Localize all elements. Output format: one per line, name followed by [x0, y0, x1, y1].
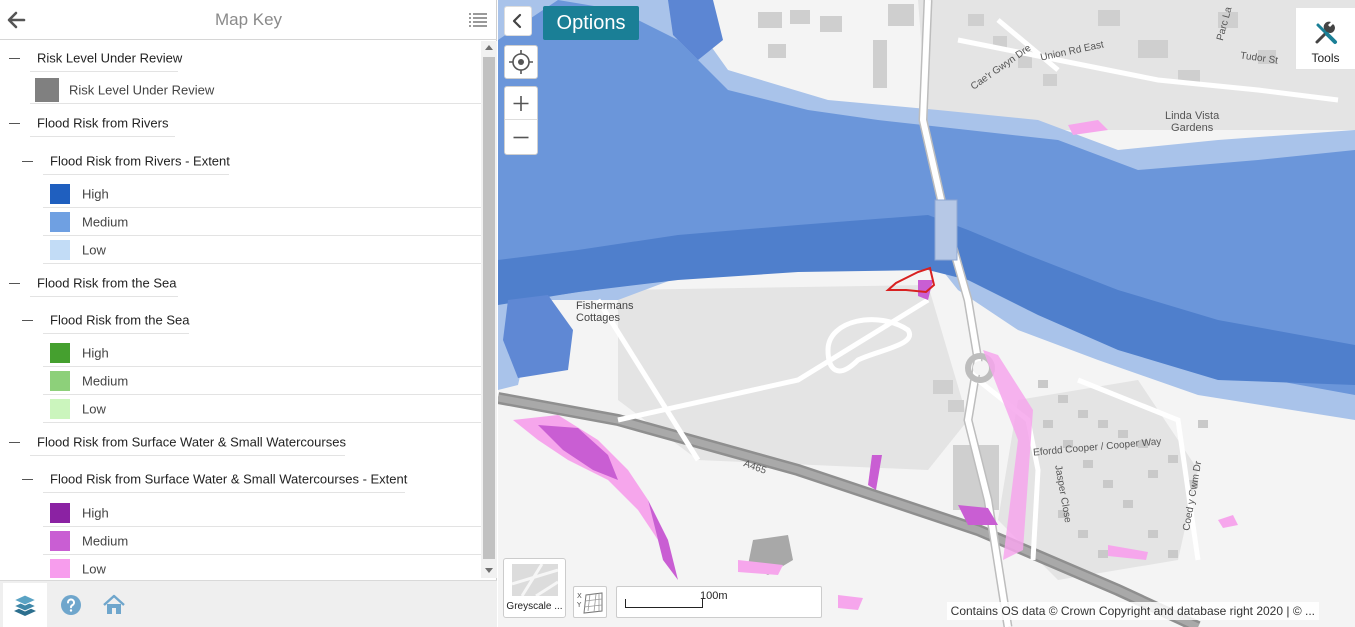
collapse-dash-icon: [9, 58, 20, 59]
tools-button[interactable]: Tools: [1295, 8, 1355, 70]
legend-swatch: [35, 78, 59, 102]
legend-item-label: Low: [82, 561, 106, 577]
collapse-dash-icon: [9, 123, 20, 124]
help-icon: [61, 595, 81, 615]
basemap-thumbnail: [511, 563, 559, 598]
legend-item-label: Low: [82, 242, 106, 258]
place-label: Fishermans Cottages: [576, 300, 634, 324]
legend-group-header[interactable]: Risk Level Under Review: [0, 44, 481, 72]
collapse-panel-button[interactable]: [504, 6, 532, 36]
home-button[interactable]: [92, 583, 136, 627]
legend-item: Medium: [0, 527, 481, 555]
svg-text:X: X: [577, 592, 582, 600]
legend-item-label: Medium: [82, 533, 129, 549]
list-icon: [469, 13, 487, 27]
legend-subgroup-title: Flood Risk from Rivers - Extent: [50, 153, 230, 169]
legend-swatch: [50, 399, 70, 419]
crosshair-icon: [509, 50, 533, 74]
legend-item: High: [0, 339, 481, 367]
panel-footer: [0, 580, 497, 627]
legend-list: Risk Level Under Review Risk Level Under…: [0, 41, 481, 578]
legend-item: Risk Level Under Review: [0, 76, 481, 104]
map-view[interactable]: Linda Vista Gardens Fishermans Cottages …: [498, 0, 1355, 627]
legend-item: Low: [0, 236, 481, 264]
scroll-up-arrow-icon[interactable]: [485, 45, 493, 50]
collapse-dash-icon: [22, 320, 33, 321]
tools-label: Tools: [1311, 51, 1340, 65]
home-icon: [103, 594, 125, 614]
legend-swatch: [50, 503, 70, 523]
grid-reference-button[interactable]: X Y: [573, 586, 607, 618]
panel-title: Map Key: [214, 10, 283, 29]
legend-group-header[interactable]: Flood Risk from Surface Water & Small Wa…: [0, 428, 481, 456]
legend-swatch: [50, 212, 70, 232]
legend-group-header[interactable]: Flood Risk from Rivers: [0, 109, 481, 137]
scroll-down-arrow-icon[interactable]: [485, 568, 493, 573]
legend-swatch: [50, 559, 70, 578]
legend-item: High: [0, 180, 481, 208]
legend-subgroup-header[interactable]: Flood Risk from the Sea: [0, 306, 481, 334]
collapse-dash-icon: [22, 479, 33, 480]
zoom-controls: [504, 86, 538, 155]
chevron-left-icon: [512, 13, 522, 29]
legend-item-label: Risk Level Under Review: [69, 82, 215, 98]
svg-text:Y: Y: [576, 601, 582, 609]
legend-item: Low: [0, 395, 481, 423]
layers-icon: [12, 594, 38, 616]
legend-item-label: High: [82, 186, 109, 202]
minus-icon: [513, 136, 529, 139]
scale-bar-line: [625, 599, 703, 608]
legend-group-title: Flood Risk from Rivers: [37, 115, 169, 131]
legend-item-label: Low: [82, 401, 106, 417]
legend-item-label: High: [82, 345, 109, 361]
map-key-panel: Map Key Risk Level Under Review Risk Lev…: [0, 0, 497, 627]
legend-group-title: Risk Level Under Review: [37, 50, 183, 66]
legend-group-title: Flood Risk from Surface Water & Small Wa…: [37, 434, 346, 450]
legend-item: Medium: [0, 367, 481, 395]
collapse-dash-icon: [9, 283, 20, 284]
scrollbar-thumb[interactable]: [483, 57, 495, 559]
place-label: Linda Vista Gardens: [1165, 110, 1220, 134]
legend-subgroup-title: Flood Risk from the Sea: [50, 312, 190, 328]
legend-scrollbar[interactable]: [481, 41, 497, 578]
legend-swatch: [50, 184, 70, 204]
legend-subgroup-header[interactable]: Flood Risk from Surface Water & Small Wa…: [0, 465, 481, 493]
collapse-dash-icon: [9, 442, 20, 443]
legend-item: High: [0, 499, 481, 527]
options-button[interactable]: Options: [543, 6, 639, 40]
list-view-button[interactable]: [467, 9, 489, 31]
legend-swatch: [50, 343, 70, 363]
legend-group-header[interactable]: Flood Risk from the Sea: [0, 269, 481, 297]
scale-bar: 100m: [616, 586, 822, 618]
layers-button[interactable]: [3, 583, 47, 627]
app-window: Map Key Risk Level Under Review Risk Lev…: [0, 0, 1355, 627]
legend-group-title: Flood Risk from the Sea: [37, 275, 177, 291]
map-attribution[interactable]: Contains OS data © Crown Copyright and d…: [946, 602, 1319, 620]
basemap-selector-button[interactable]: Greyscale ...: [503, 558, 566, 618]
grid-icon: X Y: [576, 592, 603, 614]
legend-item: Medium: [0, 208, 481, 236]
legend-item-label: Medium: [82, 214, 129, 230]
zoom-in-button[interactable]: [505, 87, 537, 120]
help-button[interactable]: [49, 583, 93, 627]
plus-icon: [513, 96, 529, 111]
tools-icon: [1315, 21, 1337, 44]
locate-button[interactable]: [504, 45, 538, 79]
legend-swatch: [50, 371, 70, 391]
legend-item-label: Medium: [82, 373, 129, 389]
panel-header: Map Key: [0, 0, 497, 40]
legend-item-label: High: [82, 505, 109, 521]
basemap-label: Greyscale ...: [506, 601, 563, 612]
zoom-out-button[interactable]: [505, 121, 537, 154]
legend-item: Low: [0, 555, 481, 578]
legend-subgroup-title: Flood Risk from Surface Water & Small Wa…: [50, 471, 408, 487]
collapse-dash-icon: [22, 161, 33, 162]
legend-subgroup-header[interactable]: Flood Risk from Rivers - Extent: [0, 147, 481, 175]
scale-label: 100m: [700, 590, 728, 602]
legend-swatch: [50, 240, 70, 260]
legend-swatch: [50, 531, 70, 551]
